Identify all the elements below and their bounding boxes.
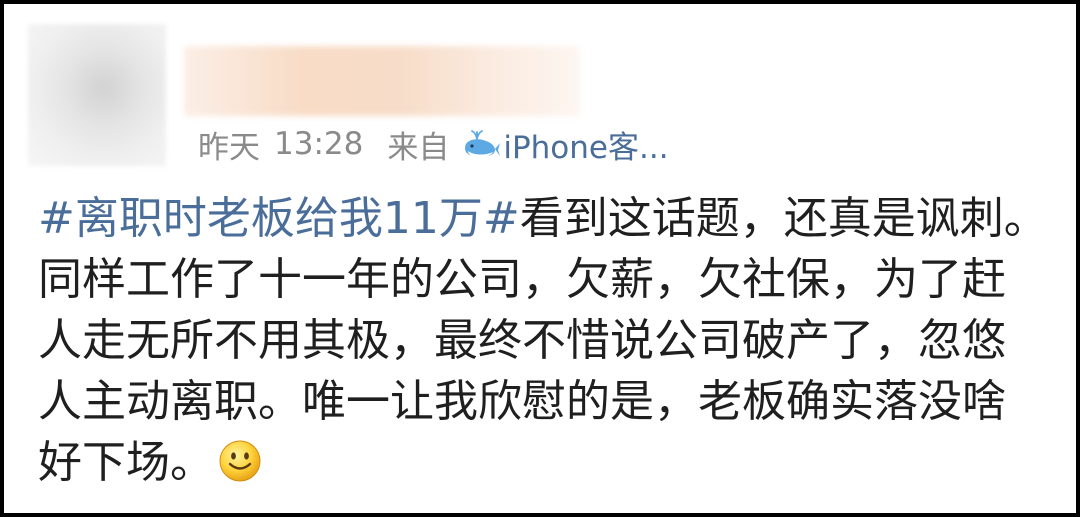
source-prefix: 来自	[387, 129, 450, 166]
post-meta: 昨天 13:28 来自 iPhone客...	[198, 122, 669, 166]
smiley-emoji-icon	[219, 440, 261, 482]
whale-icon	[465, 130, 501, 158]
post-content: #离职时老板给我11万#看到这话题，还真是讽刺。同样工作了十一年的公司，欠薪，欠…	[38, 188, 1048, 493]
topic-link[interactable]: #离职时老板给我11万#	[38, 193, 520, 244]
avatar[interactable]	[28, 24, 166, 166]
post-time: 13:28	[274, 126, 364, 162]
source-client-link[interactable]: iPhone客...	[503, 122, 668, 167]
post-day: 昨天	[198, 129, 260, 166]
post-card: 昨天 13:28 来自 iPhone客... #离职时老板给我11万#看到这话题…	[0, 0, 1080, 517]
username-redacted[interactable]	[184, 46, 580, 116]
